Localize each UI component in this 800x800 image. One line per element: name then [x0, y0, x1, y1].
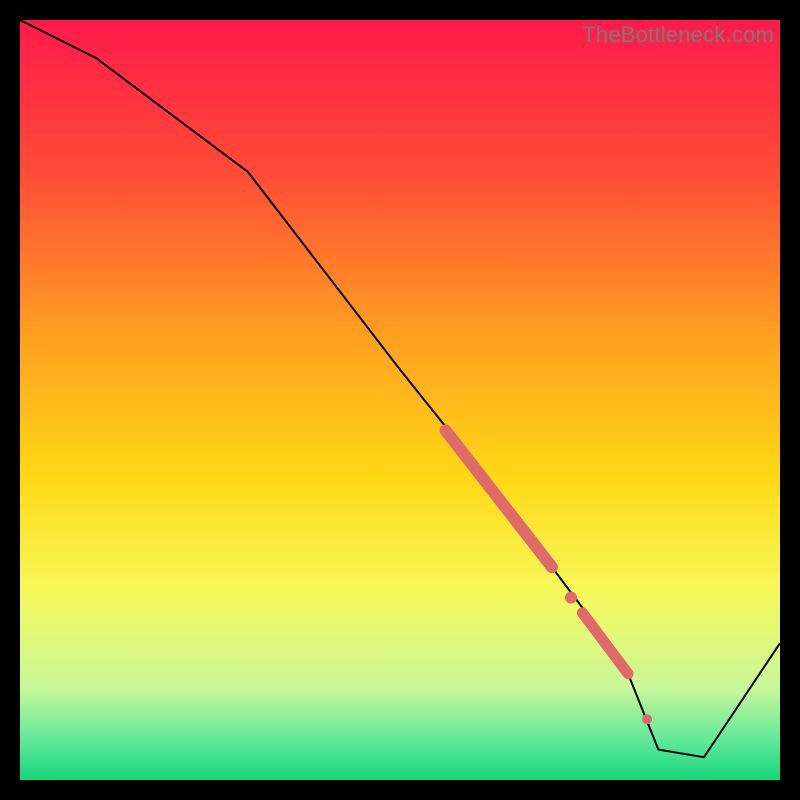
chart-svg — [20, 20, 780, 780]
red-dot-mid — [565, 592, 577, 604]
red-dot-low — [642, 714, 652, 724]
gradient-background — [20, 20, 780, 780]
watermark-text: TheBottleneck.com — [582, 22, 774, 48]
chart-frame: TheBottleneck.com — [20, 20, 780, 780]
